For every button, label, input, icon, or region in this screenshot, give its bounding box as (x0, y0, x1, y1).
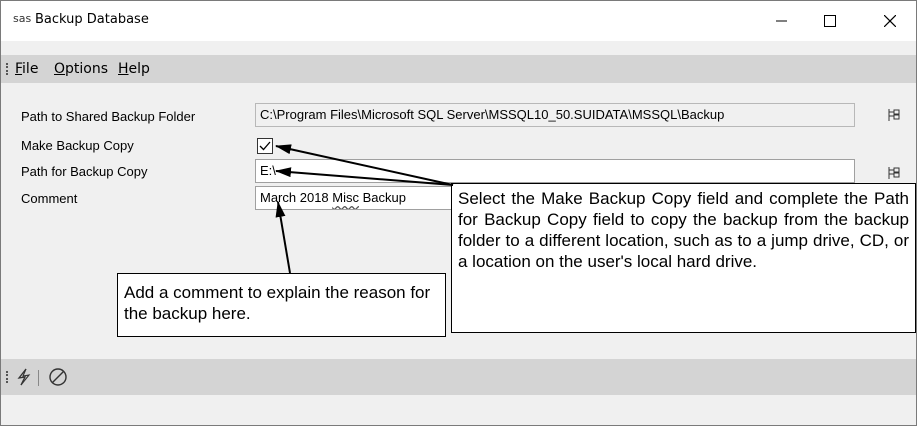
make-backup-copy-checkbox[interactable] (257, 138, 273, 154)
make-backup-copy-label: Make Backup Copy (21, 138, 134, 153)
comment-label: Comment (21, 191, 78, 206)
maximize-button[interactable] (807, 1, 853, 41)
menu-bar: File Options Help (1, 55, 916, 83)
menu-grip-icon (6, 63, 10, 75)
folder-browse-icon (888, 109, 900, 121)
run-backup-button[interactable] (11, 365, 37, 389)
cancel-icon (49, 368, 67, 386)
menu-help[interactable]: Help (118, 61, 150, 77)
shared-backup-folder-label: Path to Shared Backup Folder (21, 109, 196, 124)
title-bar: sas Backup Database (1, 1, 916, 41)
shared-backup-folder-field[interactable]: C:\Program Files\Microsoft SQL Server\MS… (255, 103, 855, 127)
browse-copy-path-button[interactable] (882, 161, 906, 185)
minimize-button[interactable] (759, 1, 805, 41)
minimize-icon (776, 20, 787, 22)
menu-file[interactable]: File (15, 61, 38, 77)
status-bar (1, 395, 916, 425)
browse-shared-folder-button[interactable] (882, 103, 906, 127)
close-button[interactable] (867, 1, 913, 41)
backup-copy-callout: Select the Make Backup Copy field and co… (451, 183, 916, 333)
sas-app-icon: sas (13, 12, 32, 25)
comment-callout: Add a comment to explain the reason for … (117, 273, 446, 337)
toolbar-separator (38, 370, 39, 386)
backup-copy-path-input[interactable]: E:\ (255, 159, 855, 183)
backup-copy-path-label: Path for Backup Copy (21, 164, 148, 179)
close-icon (884, 15, 896, 27)
lightning-icon (17, 368, 31, 386)
menu-options[interactable]: Options (54, 61, 108, 77)
action-toolbar (1, 359, 916, 395)
checkmark-icon (259, 141, 271, 151)
window-title: Backup Database (35, 12, 149, 27)
toolbar-grip-icon (6, 371, 10, 383)
folder-browse-icon (888, 167, 900, 179)
cancel-button[interactable] (45, 365, 71, 389)
maximize-icon (824, 15, 836, 27)
